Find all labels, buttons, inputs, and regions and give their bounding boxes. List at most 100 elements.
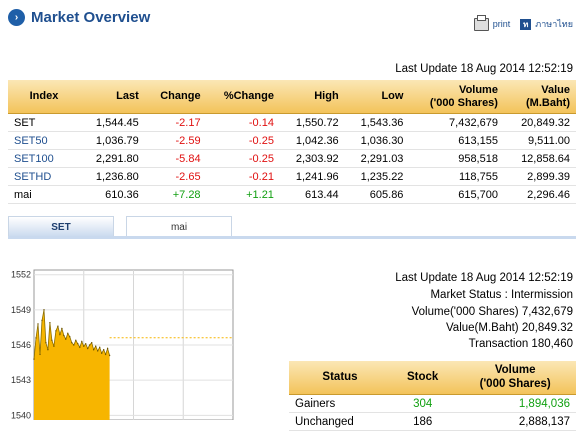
data-point [101,352,103,354]
cell-volume: 615,700 [409,185,504,204]
cell-pct: -0.14 [206,113,280,132]
y-tick-label: 1549 [11,305,31,315]
cell-high: 2,303.92 [279,149,345,168]
page-header: › Market Overview [8,6,150,28]
market-value-text: Value(M.Baht) 20,849.32 [445,322,573,334]
cell-low: 1,036.30 [344,131,410,150]
col-stock: Stock [391,361,455,395]
cell-low: 1,543.36 [344,113,410,132]
table-row: Gainers 304 1,894,036 [289,394,576,413]
data-point [73,344,75,346]
data-point [65,338,67,340]
data-point [59,333,61,336]
cell-last: 1,036.79 [80,131,145,150]
table-row: SET 1,544.45 -2.17 -0.14 1,550.72 1,543.36 7,4… [8,113,576,132]
market-volume-text: Volume('000 Shares) 7,432,679 [411,306,573,318]
data-point [45,342,47,344]
cell-low: 605.86 [344,185,410,204]
data-point [93,349,95,351]
cell-low: 2,291.03 [344,149,410,168]
index-name: SET [8,113,80,132]
market-status-text: Market Status : Intermission [430,289,573,301]
cell-high: 1,241.96 [279,167,345,186]
table-row: mai 610.36 +7.28 +1.21 613.44 605.86 615,700 2,… [8,185,576,204]
cell-last: 2,291.80 [80,149,145,168]
cell-stock: 304 [391,394,455,413]
cell-pct: -0.21 [206,167,280,186]
data-point [37,323,39,325]
data-point [87,347,89,350]
print-label: print [492,19,511,29]
col-last: Last [80,80,145,114]
data-point [83,345,85,347]
data-point [97,350,99,352]
data-point [71,342,73,344]
col-pct-change: %Change [206,80,280,114]
cell-status: Gainers [289,394,391,413]
data-point [89,344,91,346]
data-point [69,336,71,338]
data-point [85,343,87,345]
cell-high: 1,042.36 [279,131,345,150]
page-title: Market Overview [31,8,151,26]
stock-status-table: Status Stock Volume ('000 Shares) Gainer… [289,361,576,431]
col-low: Low [344,80,410,114]
cell-change: -5.84 [144,149,207,168]
data-point [57,325,59,327]
cell-change: -2.59 [144,131,207,150]
col-status-volume: Volume ('000 Shares) [454,361,576,395]
data-point [95,345,97,347]
cell-pct: +1.21 [206,185,280,204]
y-tick-label: 1540 [11,410,31,420]
header-links: print ท ภาษาไทย [473,14,573,31]
data-point [106,347,109,350]
cell-value: 12,858.64 [503,149,576,168]
data-point [81,340,83,343]
cell-volume: 2,888,137 [454,412,576,431]
cell-value: 2,296.46 [503,185,576,204]
cell-stock: 186 [391,412,455,431]
data-point [61,327,63,330]
col-high: High [279,80,345,114]
col-index: Index [8,80,80,114]
data-point [35,337,37,339]
stock-status-header: Status Stock Volume ('000 Shares) [289,361,576,395]
data-point [108,354,111,357]
cell-volume: 118,755 [409,167,504,186]
cell-status: Unchanged [289,412,391,431]
data-point [103,349,105,351]
index-name[interactable]: SET50 [8,131,80,150]
language-label: ภาษาไทย [535,19,573,29]
table-row: SET100 2,291.80 -5.84 -0.25 2,303.92 2,291.03… [8,149,576,168]
cell-volume: 958,518 [409,149,504,168]
status-last-update: Last Update 18 Aug 2014 12:52:19 [395,272,573,284]
market-transaction-text: Transaction 180,460 [468,338,573,350]
language-link[interactable]: ท ภาษาไทย [520,17,573,31]
data-point [75,339,77,341]
data-point [55,330,57,332]
data-point [43,309,45,311]
data-point [51,339,53,341]
cell-volume: 7,432,679 [409,113,504,132]
tab-mai[interactable]: mai [126,216,232,237]
col-status: Status [289,361,391,395]
data-point [77,343,79,345]
y-tick-label: 1552 [11,270,31,280]
cell-value: 9,511.00 [503,131,576,150]
index-name[interactable]: SETHD [8,167,80,186]
col-value: Value (M.Baht) [503,80,576,114]
print-link[interactable]: print [473,14,511,31]
cell-change: +7.28 [144,185,207,204]
data-point [91,342,93,344]
data-point [53,345,55,347]
cell-last: 1,544.45 [80,113,145,132]
table-row: SETHD 1,236.80 -2.65 -0.21 1,241.96 1,235.22 1… [8,167,576,186]
data-point [39,353,41,356]
index-name[interactable]: SET100 [8,149,80,168]
cell-pct: -0.25 [206,131,280,150]
cell-pct: -0.25 [206,149,280,168]
cell-value: 2,899.39 [503,167,576,186]
data-point [33,358,35,360]
tab-set[interactable]: SET [8,216,114,237]
thai-flag-icon: ท [520,18,532,30]
